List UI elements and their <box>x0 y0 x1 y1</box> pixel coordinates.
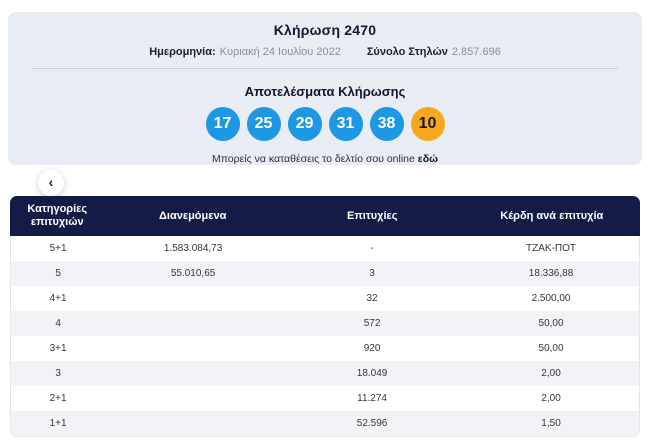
cell-payout: 2,00 <box>541 393 561 404</box>
cell-category: 2+1 <box>49 393 67 404</box>
joker-bonus-ball: 10 <box>410 107 445 141</box>
table-row: 5 55.010,65 3 18.336,88 <box>11 261 639 286</box>
online-submit-link[interactable]: εδώ <box>418 153 438 165</box>
table-row: 2+1 11.274 2,00 <box>11 386 639 411</box>
cell-payout: 18.336,88 <box>528 268 574 279</box>
cell-payout: 2.500,00 <box>531 293 571 304</box>
cell-category: 4 <box>55 318 61 329</box>
cell-payout: 50,00 <box>538 343 564 354</box>
draw-summary-panel: Κλήρωση 2470 Ημερομηνία: Κυριακή 24 Ιουλί… <box>8 12 642 196</box>
results-table: Κατηγορίες επιτυχιών Διανεμόμενα Επιτυχί… <box>10 196 640 437</box>
date-label: Ημερομηνία: <box>149 46 216 58</box>
online-submit-text: Μπορείς να καταθέσεις το δελτίο σου onli… <box>211 153 415 165</box>
draw-date: Ημερομηνία: Κυριακή 24 Ιουλίου 2022 <box>149 46 341 59</box>
table-row: 3 18.049 2,00 <box>11 361 639 386</box>
chevron-left-icon: ‹ <box>48 174 54 190</box>
cell-winners: 52.596 <box>356 418 388 429</box>
drawn-number-ball: 31 <box>328 107 363 141</box>
results-table-header: Κατηγορίες επιτυχιών Διανεμόμενα Επιτυχί… <box>10 196 640 236</box>
drawn-number-ball: 17 <box>205 107 240 141</box>
header-payout: Κέρδη ανά επιτυχία <box>500 210 604 222</box>
cell-category: 4+1 <box>49 293 67 304</box>
drawn-number-ball: 38 <box>369 107 404 141</box>
cell-winners: 32 <box>366 293 378 304</box>
table-row: 5+1 1.583.084,73 - ΤΖΑΚ-ΠΟΤ <box>11 236 639 261</box>
cell-category: 5 <box>55 268 61 279</box>
draw-meta-row: Ημερομηνία: Κυριακή 24 Ιουλίου 2022 Σύνολ… <box>8 46 642 59</box>
cell-payout: ΤΖΑΚ-ΠΟΤ <box>526 243 577 254</box>
cell-payout: 2,00 <box>541 368 561 379</box>
cell-winners: 11.274 <box>357 393 387 404</box>
header-category: Κατηγορίες επιτυχιών <box>27 203 88 228</box>
cell-category: 1+1 <box>49 418 67 429</box>
drawn-number-ball: 25 <box>246 107 281 141</box>
cell-winners: 920 <box>363 343 381 354</box>
cell-winners: - <box>370 243 374 254</box>
cell-winners: 572 <box>363 318 381 329</box>
columns-value: 2.857.696 <box>451 46 501 58</box>
cell-payout: 50,00 <box>538 318 564 329</box>
draw-title: Κλήρωση 2470 <box>273 22 377 38</box>
results-heading: Αποτελέσματα Κλήρωσης <box>244 84 406 99</box>
cell-payout: 1,50 <box>541 418 561 429</box>
cell-distributed: 1.583.084,73 <box>163 243 223 254</box>
prev-draw-button[interactable]: ‹ <box>38 170 64 196</box>
cell-category: 3 <box>55 368 61 379</box>
table-row: 1+1 52.596 1,50 <box>11 411 639 436</box>
header-winners: Επιτυχίες <box>347 210 398 222</box>
columns-label: Σύνολο Στηλών <box>366 46 448 58</box>
drawn-number-ball: 29 <box>287 107 322 141</box>
results-table-body: 5+1 1.583.084,73 - ΤΖΑΚ-ΠΟΤ 5 55.010,65 … <box>10 236 640 437</box>
table-row: 4+1 32 2.500,00 <box>11 286 639 311</box>
cell-category: 5+1 <box>49 243 67 254</box>
date-value: Κυριακή 24 Ιουλίου 2022 <box>219 46 341 58</box>
drawn-numbers-row: 17 25 29 31 38 10 <box>8 107 642 141</box>
table-row: 4 572 50,00 <box>11 311 639 336</box>
section-divider <box>32 68 618 69</box>
cell-winners: 18.049 <box>356 368 388 379</box>
cell-winners: 3 <box>369 268 375 279</box>
header-distributed: Διανεμόμενα <box>159 210 227 222</box>
online-submit-line: Μπορείς να καταθέσεις το δελτίο σου onli… <box>8 153 642 165</box>
cell-distributed: 55.010,65 <box>170 268 216 279</box>
cell-category: 3+1 <box>49 343 67 354</box>
total-columns: Σύνολο Στηλών 2.857.696 <box>367 46 501 59</box>
table-row: 3+1 920 50,00 <box>11 336 639 361</box>
draw-results-section: Αποτελέσματα Κλήρωσης 17 25 29 31 38 10 … <box>8 84 642 196</box>
